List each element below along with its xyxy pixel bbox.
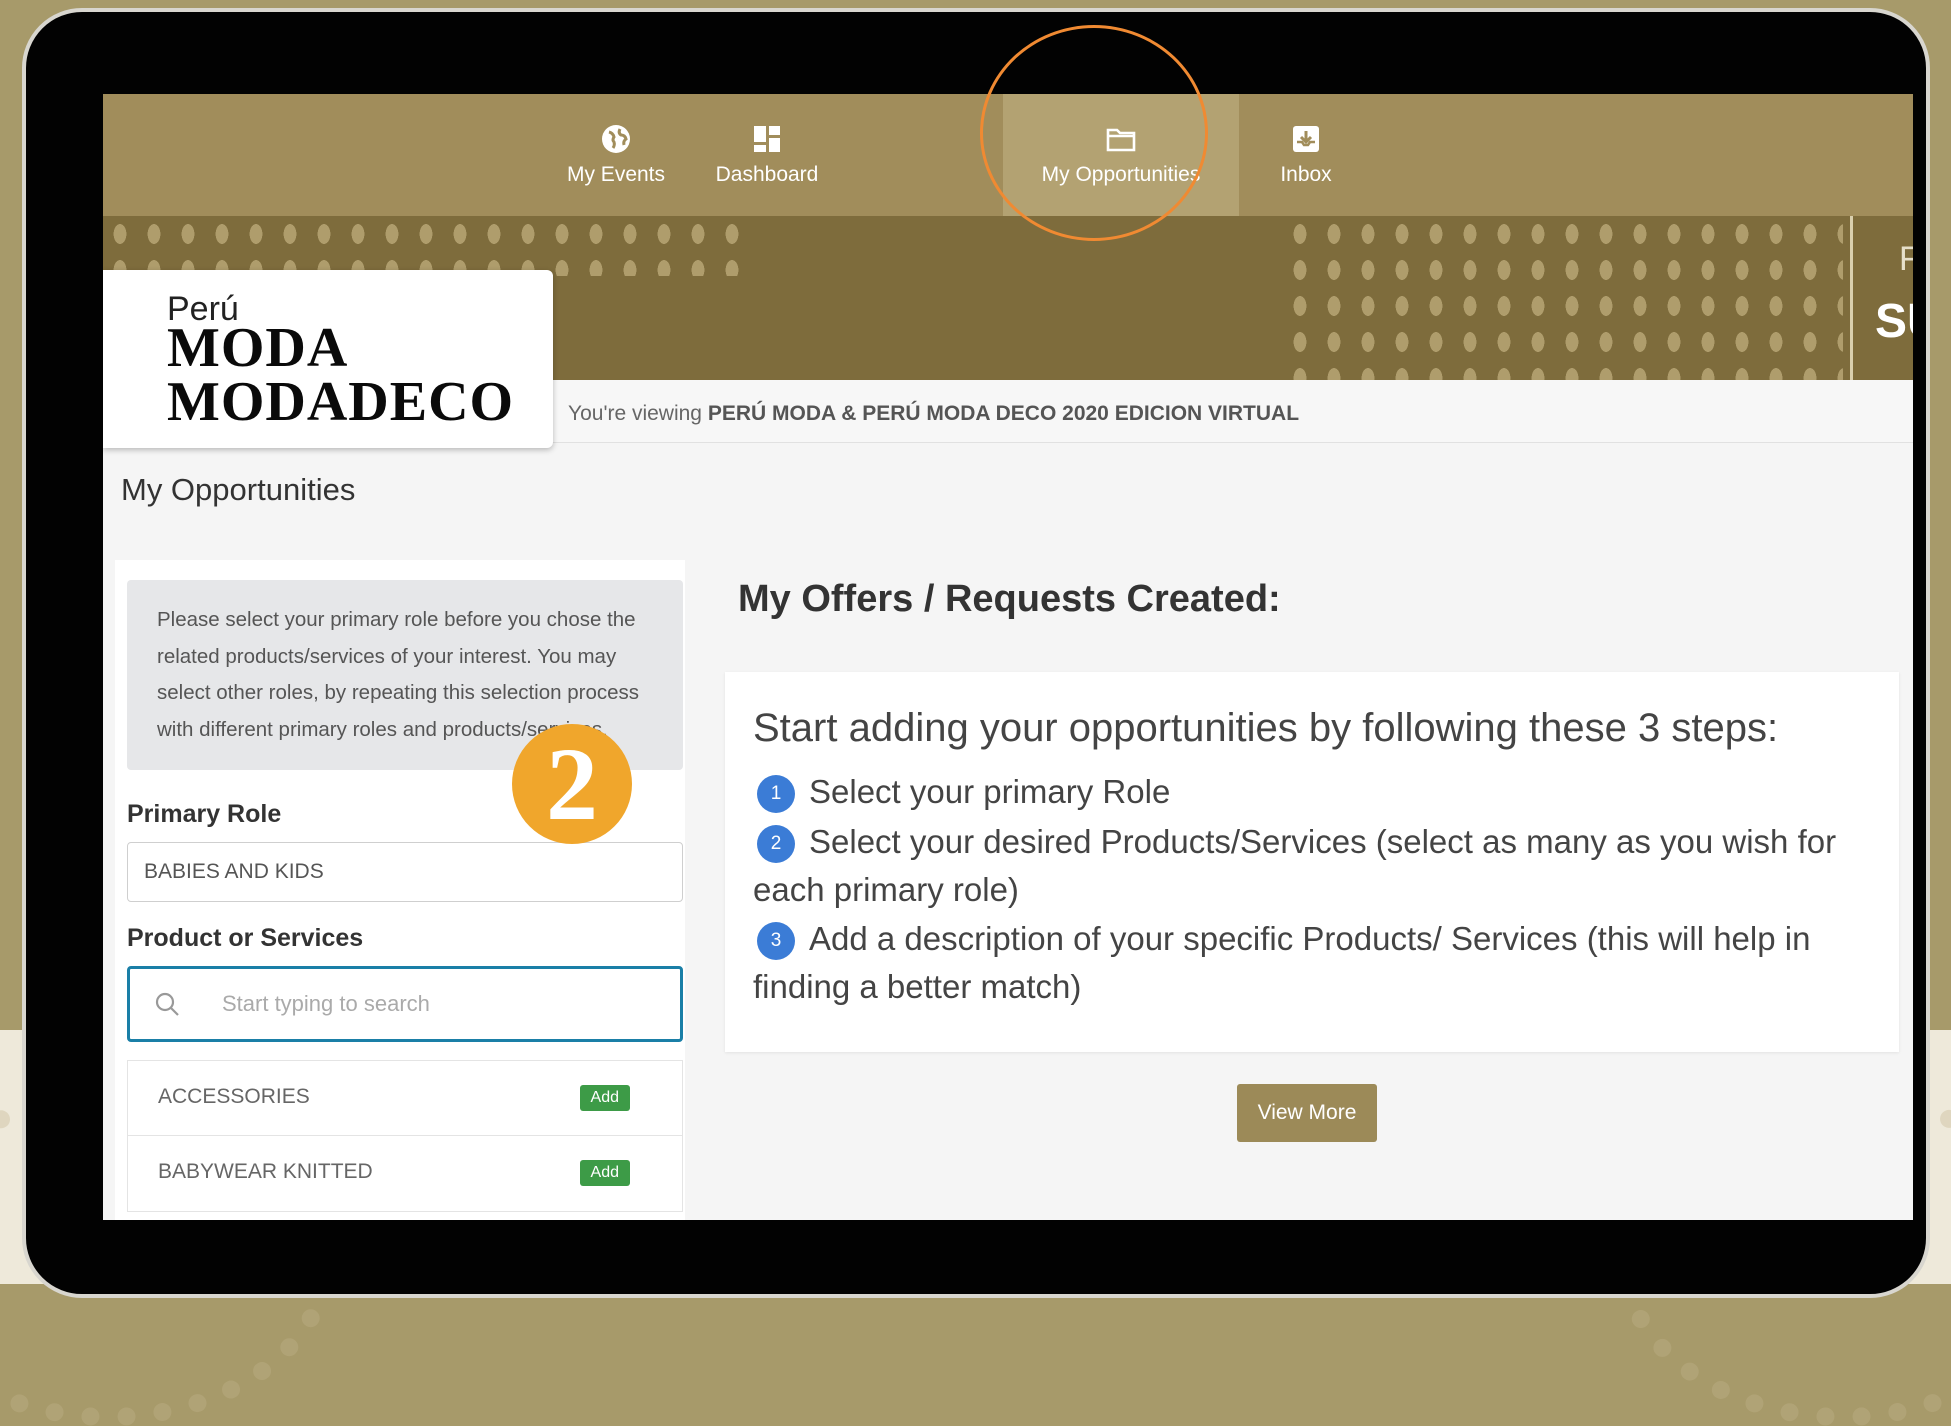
step-text: Select your primary Role [809, 773, 1171, 810]
banner-partial-text: SU [1875, 295, 1913, 348]
viewing-event-name: PERÚ MODA & PERÚ MODA DECO 2020 EDICION … [707, 402, 1300, 425]
search-placeholder: Start typing to search [222, 991, 430, 1016]
viewing-text: You're viewing PERÚ MODA & PERÚ MODA DEC… [568, 402, 1299, 426]
logo-text: MODA [167, 317, 349, 379]
product-list: ACCESSORIES Add BABYWEAR KNITTED Add [127, 1060, 683, 1212]
nav-label: My Events [566, 163, 666, 186]
step-number-badge: 2 [757, 825, 795, 864]
banner-divider [1850, 216, 1853, 380]
nav-label: Inbox [1280, 163, 1332, 186]
nav-inbox[interactable]: Inbox [1251, 94, 1361, 216]
highlight-circle [980, 25, 1208, 241]
steps-card: Start adding your opportunities by follo… [725, 672, 1899, 1052]
steps-heading: Start adding your opportunities by follo… [753, 706, 1779, 750]
step-item: 3 Add a description of your specific Prod… [753, 915, 1863, 1011]
step-item: 2 Select your desired Products/Services (… [753, 818, 1863, 914]
offers-title: My Offers / Requests Created: [738, 578, 1281, 620]
list-item: ACCESSORIES Add [127, 1060, 683, 1136]
banner-partial-text: F [1899, 240, 1913, 278]
nav-dashboard[interactable]: Dashboard [697, 94, 837, 216]
view-more-button[interactable]: View More [1237, 1084, 1377, 1142]
laptop-frame: My Events Dashboard My Opportunities Inb… [22, 8, 1930, 1298]
product-search-input[interactable]: Start typing to search [127, 966, 683, 1042]
banner-pattern [103, 216, 743, 276]
tutorial-step-badge: 2 [512, 724, 632, 844]
search-icon [155, 992, 179, 1016]
add-product-button[interactable]: Add [579, 1085, 630, 1111]
add-product-button[interactable]: Add [579, 1160, 630, 1186]
page-title: My Opportunities [121, 472, 356, 507]
nav-my-events[interactable]: My Events [551, 94, 681, 216]
product-name: BABYWEAR KNITTED [158, 1160, 373, 1183]
step-number-badge: 3 [757, 922, 795, 961]
primary-role-select[interactable]: BABIES AND KIDS [127, 842, 683, 902]
banner-pattern [1283, 216, 1843, 380]
globe-icon [602, 125, 630, 153]
list-item: BABYWEAR KNITTED Add [127, 1136, 683, 1212]
primary-role-label: Primary Role [127, 800, 282, 828]
product-name: ACCESSORIES [158, 1085, 310, 1108]
inbox-icon [1293, 126, 1319, 152]
step-text: Add a description of your specific Produ… [753, 920, 1811, 1005]
dashboard-icon [754, 126, 780, 152]
step-number-badge: 1 [757, 775, 795, 814]
nav-label: Dashboard [715, 163, 819, 186]
event-logo[interactable]: Perú MODA MODADECO [103, 270, 553, 448]
viewing-prefix: You're viewing [568, 402, 702, 425]
step-text: Select your desired Products/Services (s… [753, 823, 1837, 908]
logo-text: MODADECO [167, 371, 515, 433]
opportunity-filter-panel: Please select your primary role before y… [115, 560, 685, 1220]
products-label: Product or Services [127, 924, 364, 952]
step-item: 1 Select your primary Role [753, 768, 1863, 816]
app-screen: My Events Dashboard My Opportunities Inb… [103, 94, 1913, 1220]
